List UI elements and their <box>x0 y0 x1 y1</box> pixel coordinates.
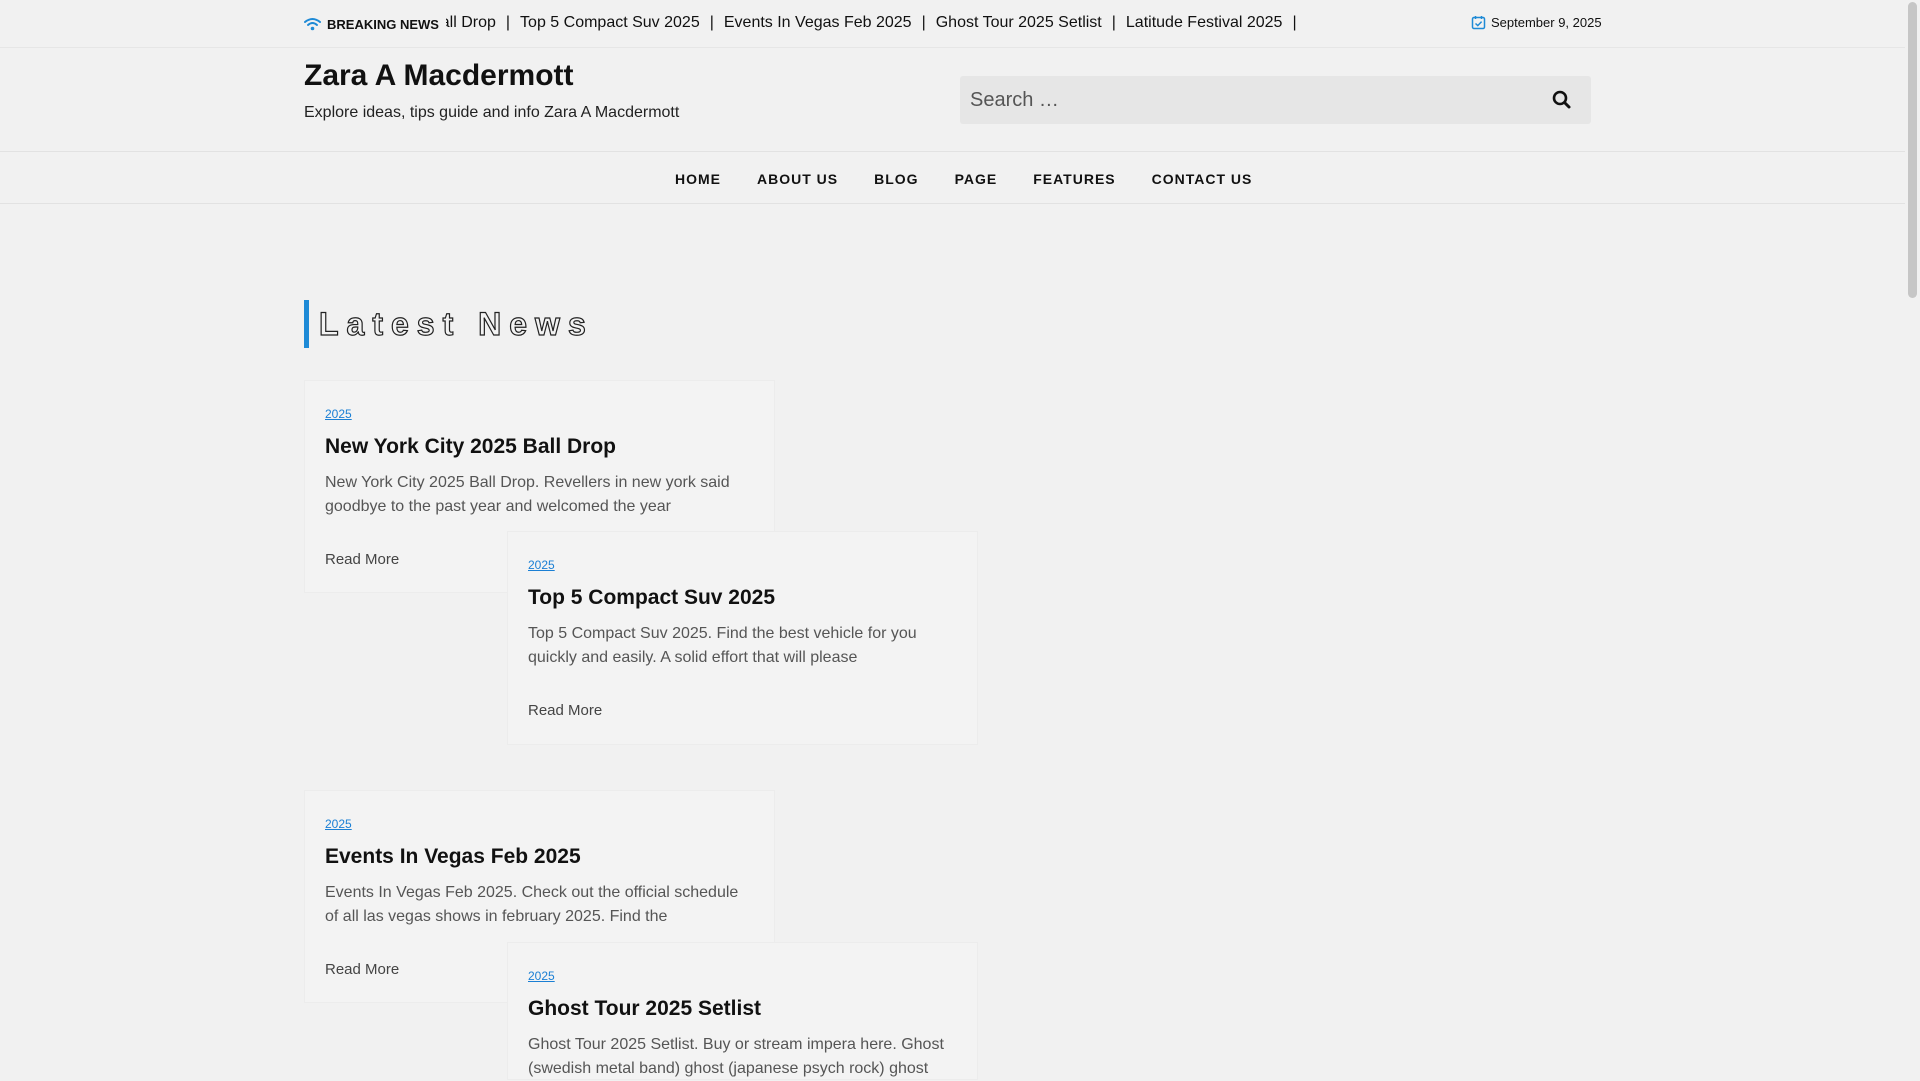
post-category-link[interactable]: 2025 <box>325 817 352 831</box>
ticker-separator: | <box>921 14 926 31</box>
date-text: September 9, 2025 <box>1491 14 1602 30</box>
search-input[interactable] <box>960 76 1520 124</box>
site-header: Zara A Macdermott Explore ideas, tips gu… <box>0 48 1905 150</box>
post-excerpt: Events In Vegas Feb 2025. Check out the … <box>325 884 739 925</box>
section-heading: Latest News <box>304 300 594 348</box>
read-more-link[interactable]: Read More <box>325 551 399 568</box>
read-more-link[interactable]: Read More <box>325 961 399 978</box>
site-tagline: Explore ideas, tips guide and info Zara … <box>304 104 680 121</box>
breaking-news-text: BREAKING NEWS <box>327 16 439 32</box>
top-bar: BREAKING NEWS New York City 2025 Ball Dr… <box>0 0 1905 48</box>
main-navigation: HOME ABOUT US BLOG PAGE FEATURES CONTACT… <box>0 151 1905 204</box>
nav-item-about-us[interactable]: ABOUT US <box>739 171 856 187</box>
ticker-separator: | <box>505 14 511 31</box>
post-excerpt: New York City 2025 Ball Drop. Revellers … <box>325 474 730 515</box>
nav-item-blog[interactable]: BLOG <box>856 171 936 187</box>
ticker-separator: | <box>1111 14 1116 31</box>
post-excerpt: Top 5 Compact Suv 2025. Find the best ve… <box>528 625 917 666</box>
scrollbar-thumb[interactable] <box>1908 2 1917 298</box>
site-title[interactable]: Zara A Macdermott <box>304 59 574 93</box>
search-icon <box>1551 90 1573 114</box>
post-title[interactable]: Ghost Tour 2025 Setlist <box>528 997 761 1021</box>
section-title-text: Latest News <box>318 305 594 342</box>
post-excerpt: Ghost Tour 2025 Setlist. Buy or stream i… <box>528 1036 944 1077</box>
current-date: September 9, 2025 <box>1471 12 1602 32</box>
news-ticker: New York City 2025 Ball Drop | Top 5 Com… <box>446 11 1384 37</box>
ticker-separator: | <box>1292 14 1297 31</box>
post-title[interactable]: Events In Vegas Feb 2025 <box>325 845 581 869</box>
ticker-item[interactable]: Latitude Festival 2025 <box>1126 14 1283 32</box>
page-scrollbar[interactable] <box>1905 0 1920 1080</box>
post-title[interactable]: Top 5 Compact Suv 2025 <box>528 586 775 610</box>
nav-item-contact-us[interactable]: CONTACT US <box>1134 171 1271 187</box>
search-button[interactable] <box>1551 89 1573 111</box>
breaking-news-label: BREAKING NEWS <box>304 14 439 34</box>
ticker-item[interactable]: Top 5 Compact Suv 2025 <box>520 14 700 32</box>
nav-item-page[interactable]: PAGE <box>937 171 1016 187</box>
post-category-link[interactable]: 2025 <box>325 407 352 421</box>
nav-item-features[interactable]: FEATURES <box>1015 171 1133 187</box>
calendar-check-icon <box>1471 15 1486 30</box>
ticker-separator: | <box>709 14 714 31</box>
search-form <box>960 76 1591 124</box>
ticker-item[interactable]: Events In Vegas Feb 2025 <box>724 14 912 32</box>
post-category-link[interactable]: 2025 <box>528 558 555 572</box>
wifi-icon <box>304 17 321 31</box>
post-card: 2025 Top 5 Compact Suv 2025 Top 5 Compac… <box>507 531 978 745</box>
post-card: 2025 Ghost Tour 2025 Setlist Ghost Tour … <box>507 942 978 1080</box>
post-title[interactable]: New York City 2025 Ball Drop <box>325 435 616 459</box>
ticker-item[interactable]: Ghost Tour 2025 Setlist <box>936 14 1102 32</box>
ticker-item[interactable]: New York City 2025 Ball Drop <box>446 14 496 32</box>
read-more-link[interactable]: Read More <box>528 702 602 719</box>
nav-item-home[interactable]: HOME <box>657 171 739 187</box>
post-category-link[interactable]: 2025 <box>528 969 555 983</box>
